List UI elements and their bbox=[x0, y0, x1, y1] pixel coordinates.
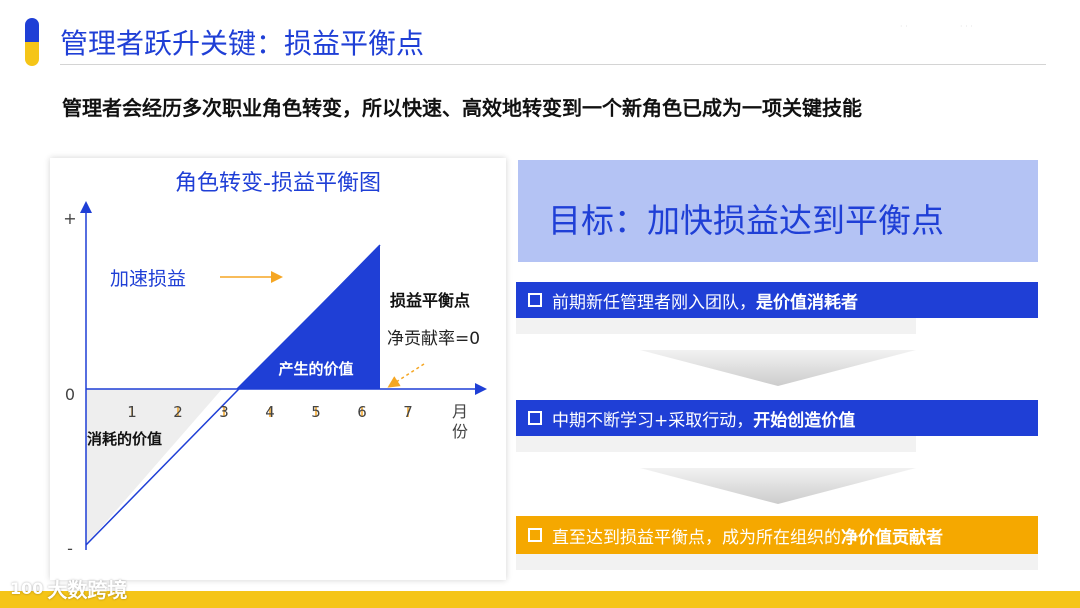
brand-logo: 100 大数跨境 bbox=[10, 574, 127, 603]
step-text: 前期新任管理者刚入团队，是价值消耗者 bbox=[552, 292, 858, 313]
x-tick-label: 1 bbox=[127, 403, 137, 421]
accelerate-gain-label: 加速损益 bbox=[110, 268, 186, 290]
down-arrow-icon bbox=[640, 350, 916, 386]
y-axis-minus-label: - bbox=[67, 539, 73, 558]
x-tick-label: 3 bbox=[219, 403, 229, 421]
x-tick-label: 5 bbox=[311, 403, 321, 421]
logo-mark: 100 bbox=[10, 579, 44, 598]
goal-text: 目标：加快损益达到平衡点 bbox=[548, 201, 944, 240]
x-tick-label: 2 bbox=[173, 403, 183, 421]
breakeven-chart-svg: 角色转变-损益平衡图 + 0 - 1234567 月 份 加速损益 产生的价值 … bbox=[63, 171, 487, 558]
x-tick-label: 6 bbox=[357, 403, 367, 421]
decor-dots: · · bbox=[900, 22, 908, 31]
value-consumed-label: 消耗的价值 bbox=[87, 430, 162, 448]
goal-box: 目标：加快损益达到平衡点 bbox=[518, 160, 1038, 262]
step-middle-stage: 中期不断学习+采取行动，开始创造价值 bbox=[516, 400, 1038, 452]
page-subtitle: 管理者会经历多次职业角色转变，所以快速、高效地转变到一个新角色已成为一项关键技能 bbox=[62, 96, 862, 120]
chart-title: 角色转变-损益平衡图 bbox=[175, 171, 381, 196]
page-title: 管理者跃升关键：损益平衡点 bbox=[60, 27, 425, 60]
title-accent-bar bbox=[25, 18, 39, 66]
step-early-stage: 前期新任管理者刚入团队，是价值消耗者 bbox=[516, 282, 1038, 334]
y-axis-zero-label: 0 bbox=[65, 385, 75, 404]
breakeven-label: 损益平衡点 bbox=[390, 291, 470, 310]
bullet-square-icon bbox=[528, 411, 542, 425]
net-contribution-label: 净贡献率=0 bbox=[387, 329, 480, 349]
title-divider bbox=[60, 64, 1046, 65]
step-final-stage: 直至达到损益平衡点，成为所在组织的净价值贡献者 bbox=[516, 516, 1038, 570]
bullet-square-icon bbox=[528, 528, 542, 542]
logo-text: 大数跨境 bbox=[47, 578, 128, 602]
value-created-label: 产生的价值 bbox=[278, 360, 353, 378]
step-text: 直至达到损益平衡点，成为所在组织的净价值贡献者 bbox=[552, 527, 943, 548]
consumed-value-area bbox=[86, 389, 222, 545]
x-tick-label: 7 bbox=[403, 403, 413, 421]
step-text: 中期不断学习+采取行动，开始创造价值 bbox=[552, 410, 856, 431]
breakeven-chart: 角色转变-损益平衡图 + 0 - 1234567 月 份 加速损益 产生的价值 … bbox=[50, 158, 506, 580]
decor-dots-2: · · · bbox=[960, 22, 973, 31]
x-axis-unit-line1: 月 bbox=[452, 402, 468, 421]
down-arrow-icon bbox=[640, 468, 916, 504]
y-axis-plus-label: + bbox=[63, 209, 76, 228]
bullet-square-icon bbox=[528, 293, 542, 307]
x-tick-label: 4 bbox=[265, 403, 275, 421]
x-axis-unit-line2: 份 bbox=[452, 422, 468, 441]
footer-band bbox=[0, 591, 1080, 608]
breakeven-arrow bbox=[387, 363, 425, 388]
